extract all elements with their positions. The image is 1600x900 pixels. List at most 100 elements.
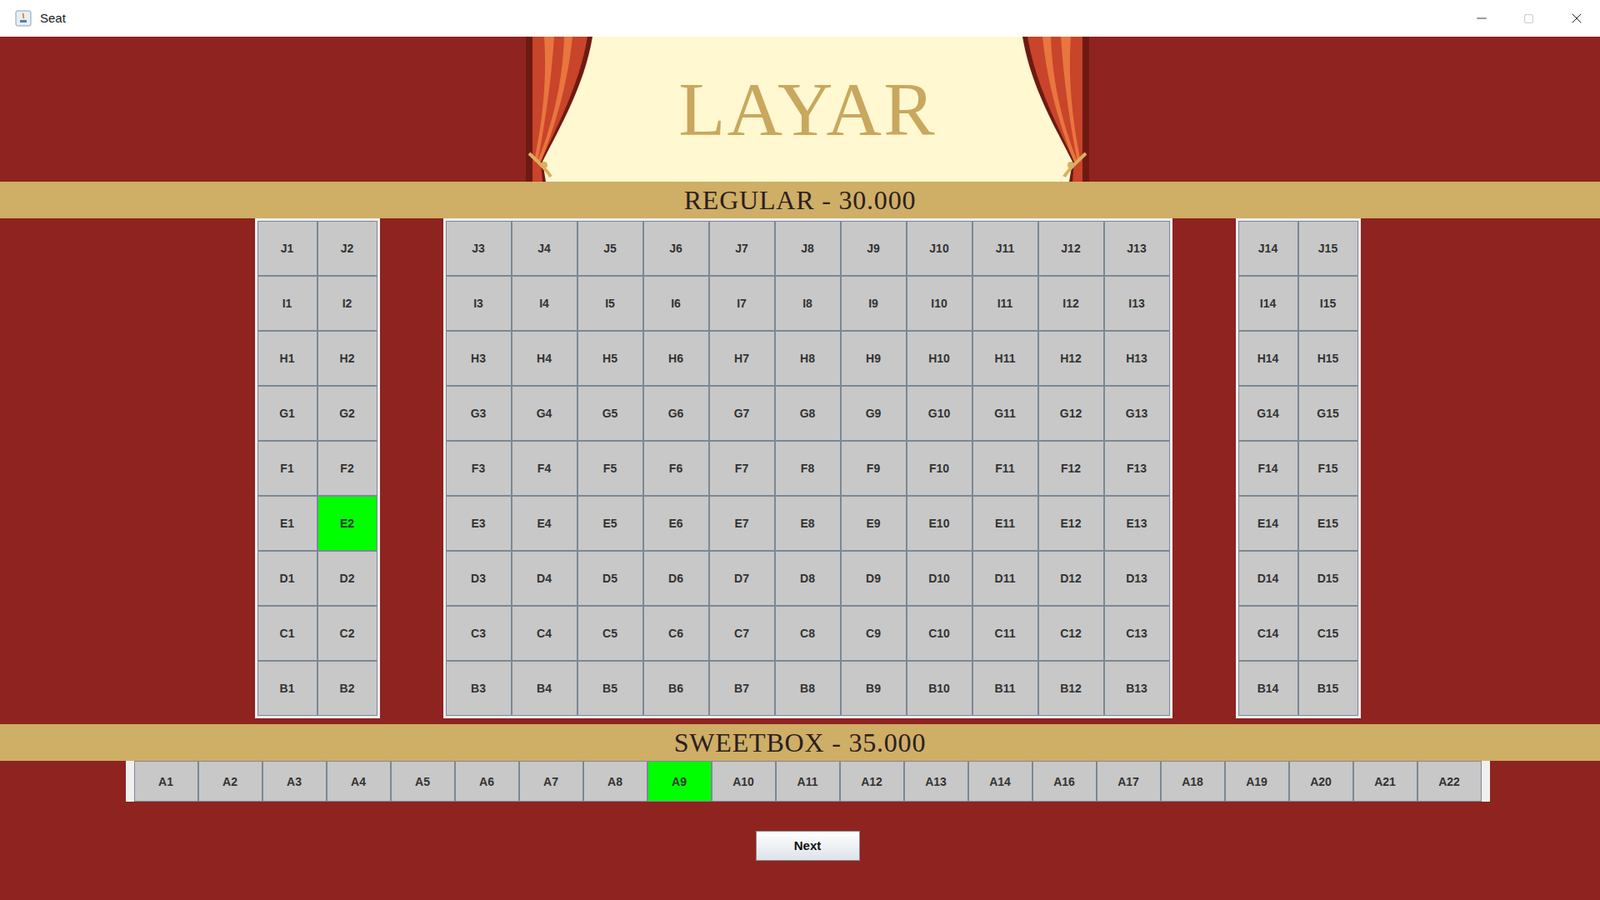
- seat-button[interactable]: E9: [840, 495, 907, 551]
- seat-button[interactable]: A8: [583, 760, 648, 802]
- seat-button[interactable]: C5: [577, 605, 644, 661]
- seat-button[interactable]: A7: [519, 760, 584, 802]
- seat-button[interactable]: G2: [317, 385, 378, 441]
- seat-button[interactable]: I4: [511, 275, 578, 331]
- seat-button[interactable]: G11: [972, 385, 1039, 441]
- seat-button[interactable]: G1: [257, 385, 318, 441]
- seat-button[interactable]: A2: [198, 760, 263, 802]
- seat-button[interactable]: E10: [906, 495, 973, 551]
- seat-button[interactable]: J14: [1238, 220, 1299, 276]
- seat-button[interactable]: C3: [445, 605, 512, 661]
- seat-button[interactable]: B12: [1038, 660, 1105, 716]
- seat-button[interactable]: I1: [257, 275, 318, 331]
- seat-button[interactable]: J2: [317, 220, 378, 276]
- seat-button[interactable]: I8: [775, 275, 841, 331]
- seat-button[interactable]: E8: [775, 495, 841, 551]
- seat-button[interactable]: D13: [1104, 550, 1170, 606]
- seat-button[interactable]: B6: [643, 660, 710, 716]
- seat-button[interactable]: C7: [709, 605, 775, 661]
- seat-button[interactable]: B3: [445, 660, 512, 716]
- seat-button[interactable]: E13: [1104, 495, 1170, 551]
- seat-button[interactable]: B14: [1238, 660, 1299, 716]
- seat-button[interactable]: H13: [1104, 330, 1170, 386]
- seat-button[interactable]: I2: [317, 275, 378, 331]
- seat-button[interactable]: D3: [445, 550, 512, 606]
- seat-button[interactable]: I6: [643, 275, 710, 331]
- seat-button[interactable]: E14: [1238, 495, 1299, 551]
- seat-button[interactable]: C12: [1038, 605, 1105, 661]
- seat-button[interactable]: C1: [257, 605, 318, 661]
- seat-button[interactable]: J6: [643, 220, 710, 276]
- seat-button[interactable]: H12: [1038, 330, 1105, 386]
- seat-button[interactable]: H7: [709, 330, 775, 386]
- seat-button[interactable]: G14: [1238, 385, 1299, 441]
- seat-button[interactable]: A22: [1417, 760, 1482, 802]
- seat-button[interactable]: A6: [455, 760, 520, 802]
- seat-button[interactable]: B8: [775, 660, 841, 716]
- seat-button[interactable]: J15: [1298, 220, 1359, 276]
- seat-button[interactable]: I5: [577, 275, 644, 331]
- seat-button[interactable]: J4: [511, 220, 578, 276]
- seat-button[interactable]: B7: [709, 660, 775, 716]
- seat-button[interactable]: B2: [317, 660, 378, 716]
- seat-button[interactable]: D1: [257, 550, 318, 606]
- seat-button[interactable]: H14: [1238, 330, 1299, 386]
- seat-button[interactable]: G8: [775, 385, 841, 441]
- close-button[interactable]: [1552, 0, 1600, 37]
- seat-button[interactable]: G10: [906, 385, 973, 441]
- seat-button[interactable]: F3: [445, 440, 512, 496]
- seat-button[interactable]: A11: [775, 760, 840, 802]
- seat-button[interactable]: J8: [775, 220, 841, 276]
- seat-button[interactable]: J5: [577, 220, 644, 276]
- seat-button[interactable]: G13: [1104, 385, 1170, 441]
- seat-button[interactable]: C15: [1298, 605, 1359, 661]
- seat-button[interactable]: C10: [906, 605, 973, 661]
- seat-button[interactable]: I9: [840, 275, 907, 331]
- seat-button[interactable]: A12: [840, 760, 905, 802]
- seat-button[interactable]: D15: [1298, 550, 1359, 606]
- seat-button[interactable]: B5: [577, 660, 644, 716]
- seat-button[interactable]: I10: [906, 275, 973, 331]
- seat-button[interactable]: F6: [643, 440, 710, 496]
- seat-button[interactable]: B10: [906, 660, 973, 716]
- seat-button[interactable]: I11: [972, 275, 1039, 331]
- seat-button[interactable]: J11: [972, 220, 1039, 276]
- seat-button[interactable]: F10: [906, 440, 973, 496]
- seat-button[interactable]: I7: [709, 275, 775, 331]
- seat-button[interactable]: A19: [1225, 760, 1290, 802]
- seat-button[interactable]: I15: [1298, 275, 1359, 331]
- seat-button[interactable]: A17: [1096, 760, 1161, 802]
- seat-button[interactable]: B9: [840, 660, 907, 716]
- seat-button[interactable]: E2: [317, 495, 378, 551]
- seat-button[interactable]: G6: [643, 385, 710, 441]
- seat-button[interactable]: C13: [1104, 605, 1170, 661]
- seat-button[interactable]: J13: [1104, 220, 1170, 276]
- seat-button[interactable]: D6: [643, 550, 710, 606]
- seat-button[interactable]: F7: [709, 440, 775, 496]
- seat-button[interactable]: I14: [1238, 275, 1299, 331]
- seat-button[interactable]: C9: [840, 605, 907, 661]
- seat-button[interactable]: J7: [709, 220, 775, 276]
- seat-button[interactable]: H1: [257, 330, 318, 386]
- seat-button[interactable]: E4: [511, 495, 578, 551]
- seat-button[interactable]: C2: [317, 605, 378, 661]
- seat-button[interactable]: C14: [1238, 605, 1299, 661]
- seat-button[interactable]: H9: [840, 330, 907, 386]
- seat-button[interactable]: H2: [317, 330, 378, 386]
- seat-button[interactable]: H6: [643, 330, 710, 386]
- seat-button[interactable]: I3: [445, 275, 512, 331]
- seat-button[interactable]: D10: [906, 550, 973, 606]
- seat-button[interactable]: A16: [1032, 760, 1097, 802]
- seat-button[interactable]: F13: [1104, 440, 1170, 496]
- next-button[interactable]: Next: [755, 830, 860, 861]
- seat-button[interactable]: B4: [511, 660, 578, 716]
- seat-button[interactable]: D11: [972, 550, 1039, 606]
- minimize-button[interactable]: [1457, 0, 1505, 37]
- seat-button[interactable]: E1: [257, 495, 318, 551]
- seat-button[interactable]: F1: [257, 440, 318, 496]
- seat-button[interactable]: D7: [709, 550, 775, 606]
- seat-button[interactable]: D12: [1038, 550, 1105, 606]
- seat-button[interactable]: E5: [577, 495, 644, 551]
- seat-button[interactable]: A13: [904, 760, 969, 802]
- seat-button[interactable]: B15: [1298, 660, 1359, 716]
